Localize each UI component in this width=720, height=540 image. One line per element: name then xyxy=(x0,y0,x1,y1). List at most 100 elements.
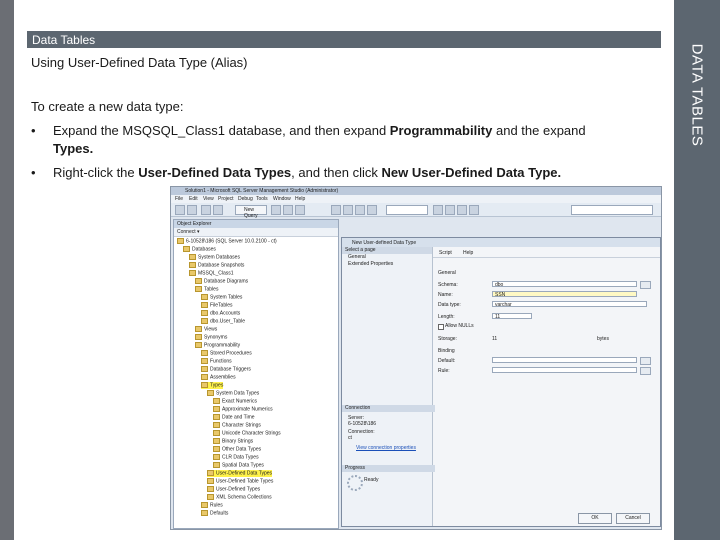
folder-icon xyxy=(201,366,208,372)
menu-window[interactable]: Window xyxy=(273,196,291,202)
folder-icon xyxy=(213,446,220,452)
help-button[interactable]: Help xyxy=(463,250,473,256)
storage-label: Storage: xyxy=(438,336,457,342)
tree-item[interactable]: XML Schema Collections xyxy=(207,494,272,501)
tree-item[interactable]: Approximate Numerics xyxy=(213,406,273,413)
ssms-menu-bar: File Edit View Project Debug Tools Windo… xyxy=(171,195,661,203)
tree-item[interactable]: Synonyms xyxy=(195,334,227,341)
tree-item[interactable]: System Databases xyxy=(189,254,240,261)
menu-help[interactable]: Help xyxy=(295,196,305,202)
default-browse-button[interactable] xyxy=(640,357,651,365)
tree-item[interactable]: Database Snapshots xyxy=(189,262,244,269)
toolbar-combo[interactable] xyxy=(571,205,653,215)
folder-icon xyxy=(213,438,220,444)
toolbar-db3-icon[interactable] xyxy=(295,205,305,215)
schema-browse-button[interactable] xyxy=(640,281,651,289)
tree-item[interactable]: Unicode Character Strings xyxy=(213,430,281,437)
tree-item[interactable]: Views xyxy=(195,326,217,333)
tree-item[interactable]: Date and Time xyxy=(213,414,255,421)
toolbar-paste-icon[interactable] xyxy=(355,205,365,215)
intro-text: To create a new data type: xyxy=(31,99,184,114)
tree-item[interactable]: dbo.Accounts xyxy=(201,310,240,317)
toolbar-open-icon[interactable] xyxy=(201,205,211,215)
tree-item[interactable]: User-Defined Types xyxy=(207,486,260,493)
tree-item[interactable]: System Data Types xyxy=(207,390,259,397)
server-value: 6-10528\186 xyxy=(348,421,377,427)
tree-item[interactable]: Character Strings xyxy=(213,422,261,429)
connect-button[interactable]: Connect ▾ xyxy=(177,229,200,235)
new-query-button[interactable]: New Query xyxy=(235,205,267,219)
tree-item[interactable]: Defaults xyxy=(201,510,228,517)
tree-item[interactable]: User-Defined Data Types xyxy=(207,470,273,477)
tree-item[interactable]: Database Triggers xyxy=(201,366,251,373)
tree-item[interactable]: 6-10528\186 (SQL Server 10.0.2100 - ct) xyxy=(177,238,277,245)
tree-item[interactable]: User-Defined Table Types xyxy=(207,478,273,485)
bullet-marker: • xyxy=(31,123,36,138)
tree-item[interactable]: MSSQL_Class1 xyxy=(189,270,234,277)
tree-item[interactable]: CLR Data Types xyxy=(213,454,259,461)
toolbar-back-icon[interactable] xyxy=(175,205,185,215)
toolbar-save-icon[interactable] xyxy=(213,205,223,215)
toolbar-icon[interactable] xyxy=(445,205,455,215)
tree-item[interactable]: Binary Strings xyxy=(213,438,253,445)
tree-item-label: Defaults xyxy=(210,510,229,517)
tree-item[interactable]: Exact Numerics xyxy=(213,398,257,405)
tree-item[interactable]: Stored Procedures xyxy=(201,350,252,357)
name-field[interactable]: SSN xyxy=(492,291,637,298)
folder-icon xyxy=(195,326,202,332)
tree-item[interactable]: Databases xyxy=(183,246,216,253)
tree-item-label: Database Diagrams xyxy=(204,278,249,285)
toolbar-cut-icon[interactable] xyxy=(331,205,341,215)
dialog-toolbar: Script Help xyxy=(433,247,660,258)
toolbar-forward-icon[interactable] xyxy=(187,205,197,215)
tree-item[interactable]: Assemblies xyxy=(201,374,236,381)
toolbar-undo-icon[interactable] xyxy=(367,205,377,215)
tree-item[interactable]: dbo.User_Table xyxy=(201,318,245,325)
tree-item-label: Stored Procedures xyxy=(210,350,252,357)
menu-file[interactable]: File xyxy=(175,196,183,202)
tree-item[interactable]: FileTables xyxy=(201,302,233,309)
tree-item-label: Spatial Data Types xyxy=(222,462,264,469)
ok-button[interactable]: OK xyxy=(578,513,612,524)
menu-tools[interactable]: Tools xyxy=(256,196,268,202)
toolbar-db2-icon[interactable] xyxy=(283,205,293,215)
folder-icon xyxy=(201,358,208,364)
tree-item[interactable]: Functions xyxy=(201,358,232,365)
menu-edit[interactable]: Edit xyxy=(189,196,198,202)
toolbar-db-icon[interactable] xyxy=(271,205,281,215)
data-type-select[interactable]: varchar xyxy=(492,301,647,308)
tree-item[interactable]: Tables xyxy=(195,286,218,293)
tree-item[interactable]: Spatial Data Types xyxy=(213,462,264,469)
tree-item[interactable]: Programmability xyxy=(195,342,240,349)
page-extended-properties[interactable]: Extended Properties xyxy=(342,261,432,268)
tree-item[interactable]: Types xyxy=(201,382,224,389)
toolbar-icon[interactable] xyxy=(433,205,443,215)
schema-field[interactable]: dbo xyxy=(492,281,637,288)
toolbar-icon[interactable] xyxy=(469,205,479,215)
menu-project[interactable]: Project xyxy=(218,196,234,202)
menu-view[interactable]: View xyxy=(203,196,214,202)
rule-field[interactable] xyxy=(492,367,637,373)
tree-item[interactable]: Other Data Types xyxy=(213,446,261,453)
ssms-screenshot: Solution1 - Microsoft SQL Server Managem… xyxy=(170,186,662,530)
length-field[interactable]: 11 xyxy=(492,313,532,320)
new-data-type-dialog: New User-defined Data Type Select a page… xyxy=(341,237,661,527)
menu-debug[interactable]: Debug xyxy=(238,196,253,202)
rule-browse-button[interactable] xyxy=(640,367,651,375)
tree-item[interactable]: System Tables xyxy=(201,294,242,301)
page-general[interactable]: General xyxy=(342,254,432,261)
toolbar-copy-icon[interactable] xyxy=(343,205,353,215)
tree-item[interactable]: Rules xyxy=(201,502,223,509)
toolbar-undo-combo[interactable] xyxy=(386,205,428,215)
cancel-button[interactable]: Cancel xyxy=(616,513,650,524)
allow-nulls-checkbox[interactable] xyxy=(438,324,444,330)
tree-item-label: Functions xyxy=(210,358,232,365)
view-connection-link[interactable]: View connection properties xyxy=(356,445,416,451)
tree-item[interactable]: Database Diagrams xyxy=(195,278,248,285)
toolbar-icon[interactable] xyxy=(457,205,467,215)
bullet-1-text: Expand the MSQSQL_Class1 database, and t… xyxy=(53,123,586,156)
default-field[interactable] xyxy=(492,357,637,363)
script-button[interactable]: Script xyxy=(439,250,452,256)
tree-item-label: Types xyxy=(210,382,224,389)
tree-item-label: Approximate Numerics xyxy=(222,406,273,413)
